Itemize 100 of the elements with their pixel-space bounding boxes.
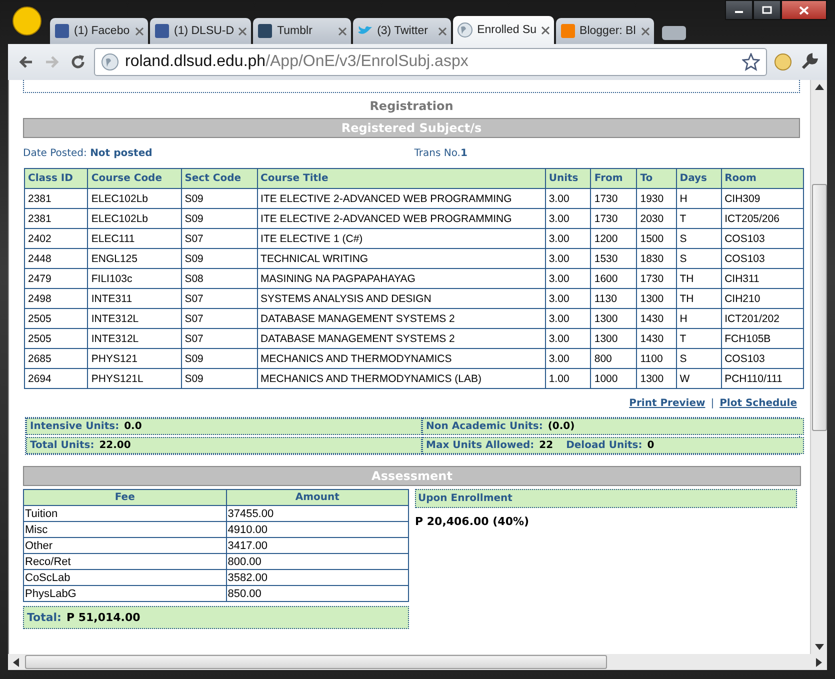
table-cell: TH [676,288,722,308]
browser-tab[interactable]: Tumblr [253,18,352,44]
close-icon[interactable] [640,26,650,36]
table-cell: 1600 [590,268,637,288]
close-icon[interactable] [135,26,144,36]
table-cell: COS103 [721,228,804,248]
new-tab-button[interactable] [662,26,686,40]
site-icon [154,23,170,39]
up-arrow-icon[interactable] [814,84,824,90]
table-cell: 1530 [590,248,637,268]
total-value: P 51,014.00 [66,611,140,624]
table-cell: ELEC111 [88,228,182,248]
table-cell: H [676,308,722,328]
table-cell: S07 [181,288,258,308]
units-label: Deload Units: [566,440,642,451]
table-cell: MECHANICS AND THERMODYNAMICS [257,348,546,368]
section-header: Registered Subject/s [23,118,800,138]
table-cell: S [676,248,722,268]
table-cell: S09 [181,368,258,388]
table-cell: FCH105B [721,328,804,348]
print-preview-link[interactable]: Print Preview [629,398,706,409]
table-cell: CIH210 [721,288,804,308]
date-posted: Date Posted: Not posted [23,148,152,159]
table-cell: S09 [181,188,258,208]
table-cell: 2030 [636,208,676,228]
column-header: Sect Code [181,168,258,188]
table-cell: FILI103c [88,268,182,288]
table-cell: 3.00 [545,308,591,328]
tab-title: (1) DLSU-D [174,25,234,37]
star-icon[interactable] [742,53,760,71]
units-label: Intensive Units: [30,421,120,432]
extension-icon[interactable] [773,52,793,72]
table-cell: 800.00 [226,554,408,570]
table-cell: S09 [181,248,258,268]
browser-tab[interactable]: (3) Twitter [353,18,452,44]
table-cell: 3.00 [545,248,591,268]
table-cell: 3.00 [545,328,591,348]
close-icon[interactable] [238,26,248,36]
vertical-scrollbar[interactable] [810,80,827,654]
horizontal-scrollbar[interactable] [8,654,827,670]
maximize-button[interactable] [753,0,781,20]
table-cell: T [676,328,722,348]
table-cell: PCH110/111 [721,368,804,388]
column-header: To [636,168,676,188]
table-cell: 800 [590,348,637,368]
scroll-thumb[interactable] [25,655,607,669]
url-text: roland.dlsud.edu.ph/App/OnE/v3/EnrolSubj.aspx [125,53,470,71]
table-cell: S07 [181,228,258,248]
close-icon[interactable] [540,26,550,34]
table-cell: TECHNICAL WRITING [257,248,546,268]
table-cell: INTE312L [88,328,182,348]
table-cell: 1000 [590,368,637,388]
close-icon [799,6,809,14]
table-cell: 3.00 [545,288,591,308]
table-cell: S [676,348,722,368]
close-icon[interactable] [338,26,348,36]
table-cell: ITE ELECTIVE 1 (C#) [257,228,546,248]
table-cell: Reco/Ret [24,554,226,570]
column-header: Units [545,168,591,188]
close-button[interactable] [781,0,827,20]
units-label: Total Units: [30,440,94,451]
globe-icon [457,22,474,38]
browser-tab[interactable]: Blogger: Bl [556,18,654,44]
tab-title: Blogger: Bl [580,25,637,37]
minimize-button[interactable] [725,0,753,20]
units-value: 0.0 [124,421,142,432]
wrench-icon[interactable] [799,52,819,72]
column-header: Fee [24,490,226,506]
table-cell: 3417.00 [226,538,408,554]
scroll-thumb[interactable] [812,184,826,430]
upon-enrollment-amount: P 20,406.00 (40%) [415,514,530,530]
table-cell: 1430 [636,308,676,328]
column-header: Course Title [257,168,546,188]
table-cell: H [676,188,722,208]
trans-no: Trans No.1 [414,148,468,159]
browser-tab[interactable]: (1) DLSU-D [150,18,252,44]
table-cell: ELEC102Lb [88,188,182,208]
close-icon[interactable] [438,26,448,36]
table-cell: 3.00 [545,348,591,368]
plot-schedule-link[interactable]: Plot Schedule [720,398,797,409]
table-cell: 2685 [24,348,88,368]
table-cell: PHYS121 [88,348,182,368]
left-arrow-icon[interactable] [13,658,19,666]
table-cell: 3.00 [545,228,591,248]
table-cell: 3.00 [545,188,591,208]
table-cell: 1430 [636,328,676,348]
browser-tab[interactable]: (1) Facebo [50,18,148,44]
table-cell: 1300 [590,308,637,328]
right-arrow-icon[interactable] [816,658,822,666]
table-cell: INTE311 [88,288,182,308]
table-cell: 2448 [24,248,88,268]
table-cell: 850.00 [226,586,408,602]
table-cell: 2381 [24,208,88,228]
down-arrow-icon[interactable] [814,644,824,650]
address-bar[interactable]: roland.dlsud.edu.ph/App/OnE/v3/EnrolSubj.aspx [94,48,767,76]
table-cell: ELEC102Lb [88,208,182,228]
table-cell: DATABASE MANAGEMENT SYSTEMS 2 [257,328,546,348]
column-header: Days [676,168,722,188]
browser-tab[interactable]: Enrolled Su [453,16,554,44]
column-header: Amount [226,490,408,506]
